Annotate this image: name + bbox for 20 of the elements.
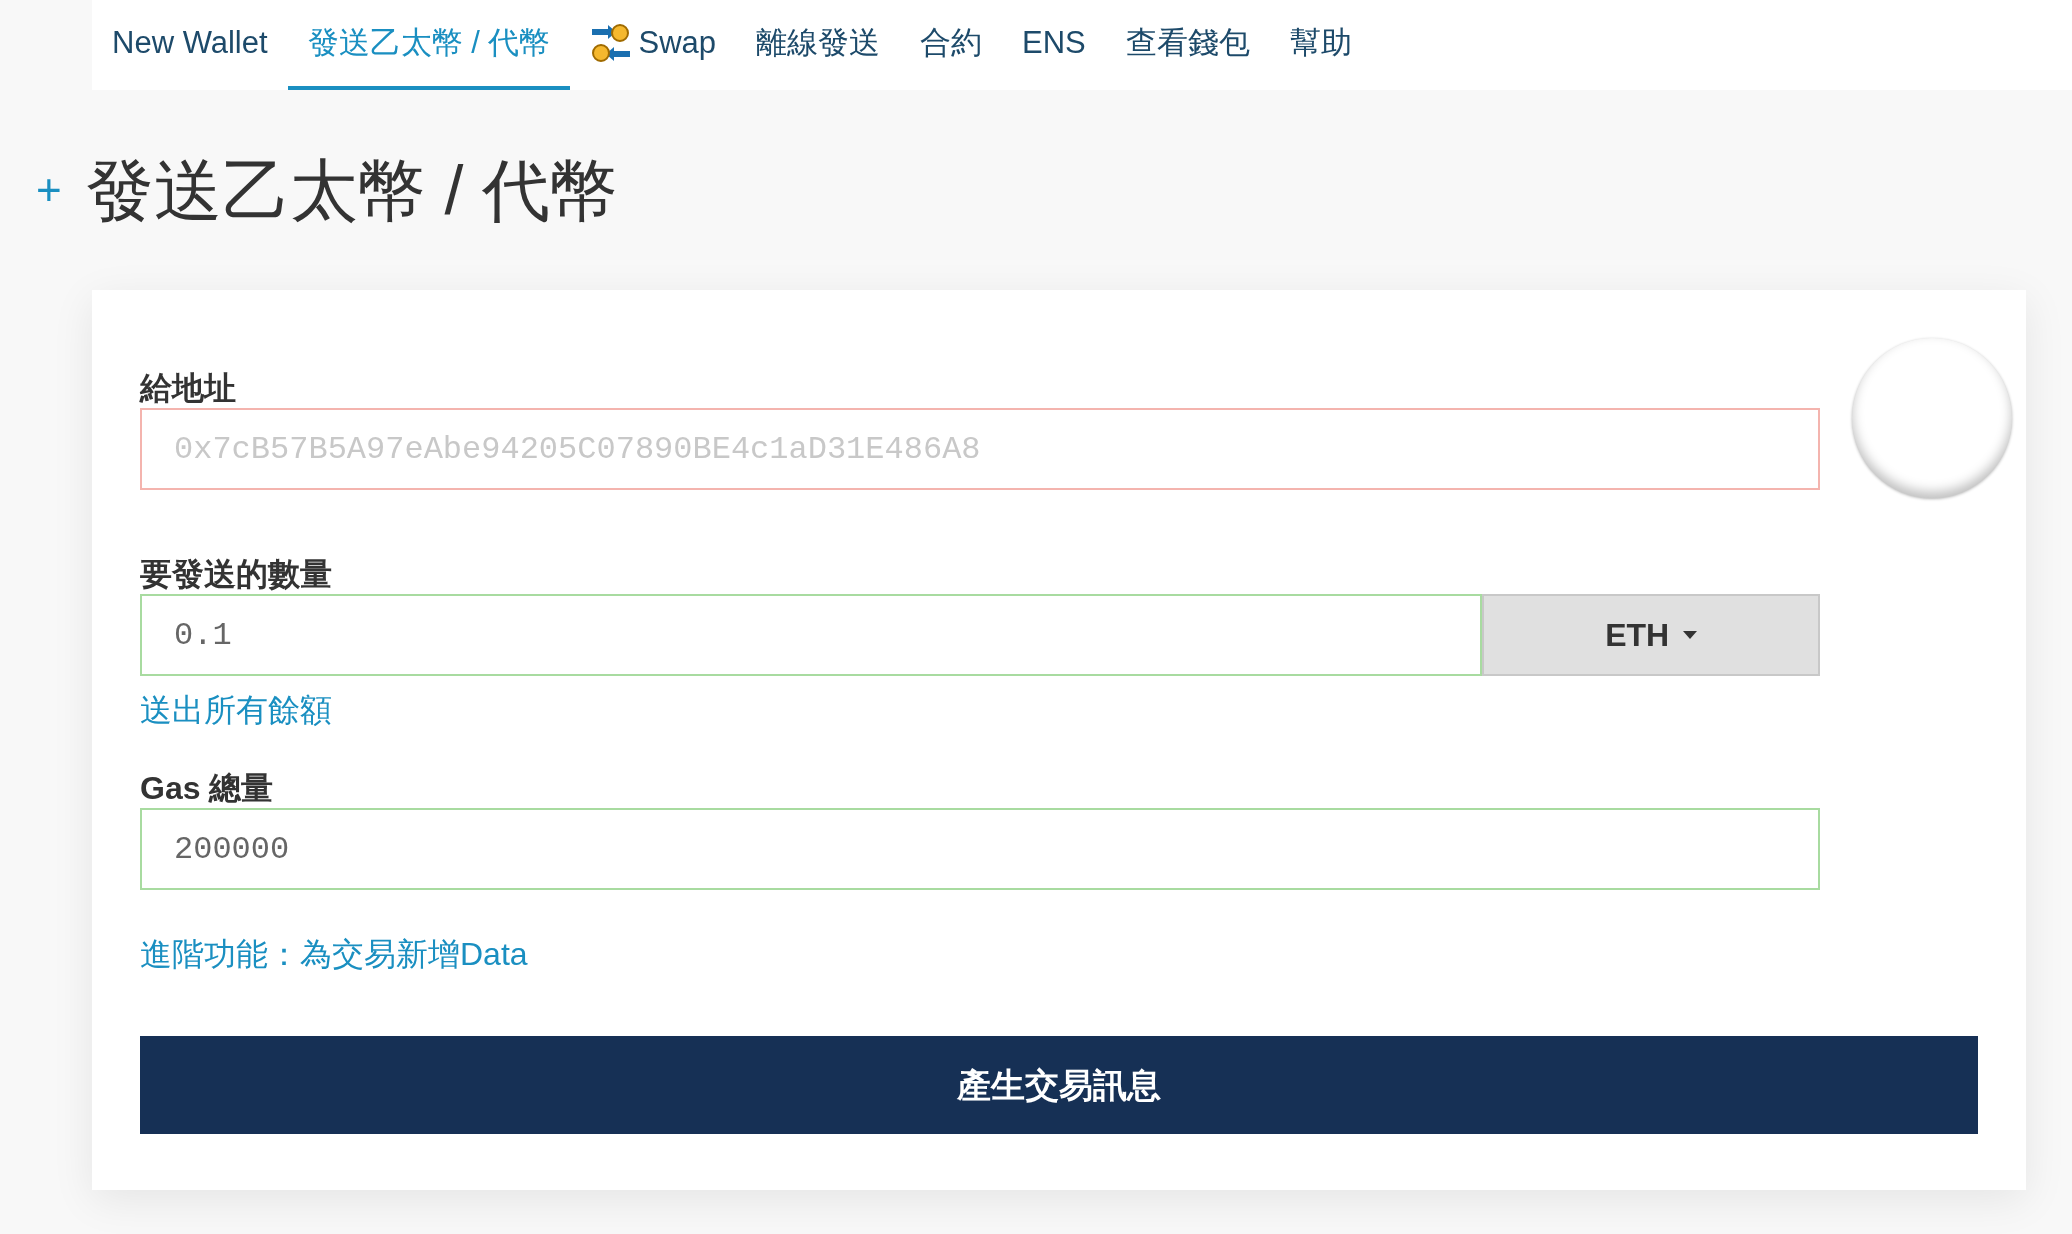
amount-input[interactable]: 0.1 [140, 594, 1483, 676]
nav-tab[interactable]: 合約 [900, 0, 1002, 90]
nav-tab[interactable]: ENS [1002, 0, 1106, 90]
field-label: 要發送的數量 [140, 555, 333, 594]
nav-tab[interactable]: 離線發送 [736, 0, 900, 90]
field-label: 給地址 [140, 369, 237, 408]
field-label: Gas 總量 [140, 769, 275, 808]
send-all-balance-link[interactable]: 送出所有餘額 [140, 686, 332, 734]
nav-tab[interactable]: Swap [570, 0, 736, 90]
advanced-data-link[interactable]: 進階功能：為交易新增Data [140, 930, 528, 978]
caret-icon [1683, 631, 1698, 639]
swap-arrows-icon [590, 23, 633, 63]
nav-tab[interactable]: 幫助 [1269, 0, 1372, 90]
nav-tab[interactable]: New Wallet [92, 0, 288, 90]
generate-transaction-button[interactable]: 產生交易訊息 [140, 1036, 1978, 1134]
nav-tab[interactable]: 發送乙太幣 / 代幣 [287, 0, 571, 90]
page-title: 發送乙太幣 / 代幣 [85, 151, 619, 230]
currency-dropdown[interactable]: ETH [1482, 594, 1820, 676]
nav-tab[interactable]: 查看錢包 [1105, 0, 1270, 90]
gas-limit-input[interactable]: 200000 [140, 808, 1820, 890]
